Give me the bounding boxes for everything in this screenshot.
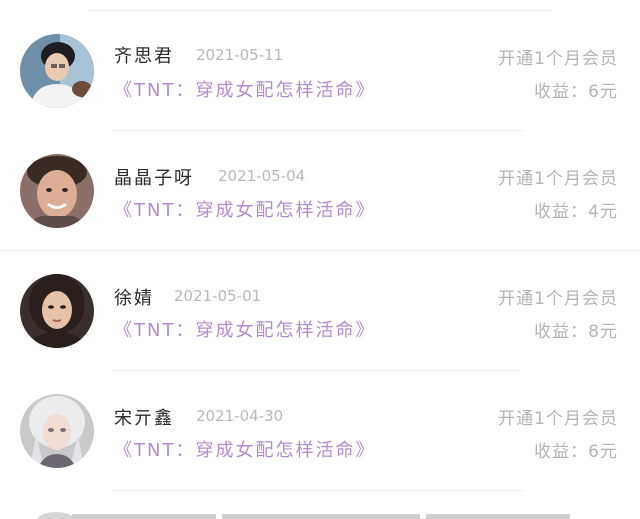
user-avatar[interactable] <box>20 394 94 468</box>
income-record[interactable]: 晶晶子呀 2021-05-04 开通1个月会员 《TNT：穿成女配怎样活命》 收… <box>0 120 640 251</box>
avatar-photo-icon <box>20 34 94 108</box>
membership-plan-label: 开通1个月会员 <box>498 409 618 429</box>
user-name: 徐婧 <box>114 288 154 309</box>
earning-amount: 收益：6元 <box>534 442 618 462</box>
earning-amount: 收益：8元 <box>534 322 618 342</box>
record-date: 2021-05-11 <box>196 46 284 64</box>
user-avatar[interactable] <box>20 274 94 348</box>
income-record[interactable]: 徐婧 2021-05-01 开通1个月会员 《TNT：穿成女配怎样活命》 收益：… <box>0 240 640 371</box>
book-title-link[interactable]: 《TNT：穿成女配怎样活命》 <box>114 436 375 462</box>
avatar-photo-icon <box>20 274 94 348</box>
user-name: 宋亓鑫 <box>114 408 174 429</box>
avatar-photo-icon <box>20 394 94 468</box>
membership-plan-label: 开通1个月会员 <box>498 169 618 189</box>
record-date: 2021-05-04 <box>218 167 306 185</box>
income-records-page: 齐思君 2021-05-11 开通1个月会员 《TNT：穿成女配怎样活命》 收益… <box>0 0 640 519</box>
membership-plan-label: 开通1个月会员 <box>498 49 618 69</box>
book-title-link[interactable]: 《TNT：穿成女配怎样活命》 <box>114 316 375 342</box>
row-divider <box>114 490 524 491</box>
next-row-edge <box>426 514 570 519</box>
user-name: 齐思君 <box>114 46 174 67</box>
earning-amount: 收益：4元 <box>534 202 618 222</box>
book-title-link[interactable]: 《TNT：穿成女配怎样活命》 <box>114 76 375 102</box>
next-user-avatar <box>36 512 76 519</box>
income-record[interactable]: 宋亓鑫 2021-04-30 开通1个月会员 《TNT：穿成女配怎样活命》 收益… <box>0 360 640 491</box>
record-date: 2021-04-30 <box>196 407 284 425</box>
avatar-photo-icon <box>20 154 94 228</box>
earning-amount: 收益：6元 <box>534 82 618 102</box>
record-date: 2021-05-01 <box>174 287 262 305</box>
user-avatar[interactable] <box>20 154 94 228</box>
user-avatar[interactable] <box>20 34 94 108</box>
membership-plan-label: 开通1个月会员 <box>498 289 618 309</box>
next-row-edge <box>222 514 420 519</box>
income-record[interactable]: 齐思君 2021-05-11 开通1个月会员 《TNT：穿成女配怎样活命》 收益… <box>0 0 640 131</box>
user-name: 晶晶子呀 <box>114 168 194 189</box>
book-title-link[interactable]: 《TNT：穿成女配怎样活命》 <box>114 196 375 222</box>
next-row-edge <box>72 514 216 519</box>
